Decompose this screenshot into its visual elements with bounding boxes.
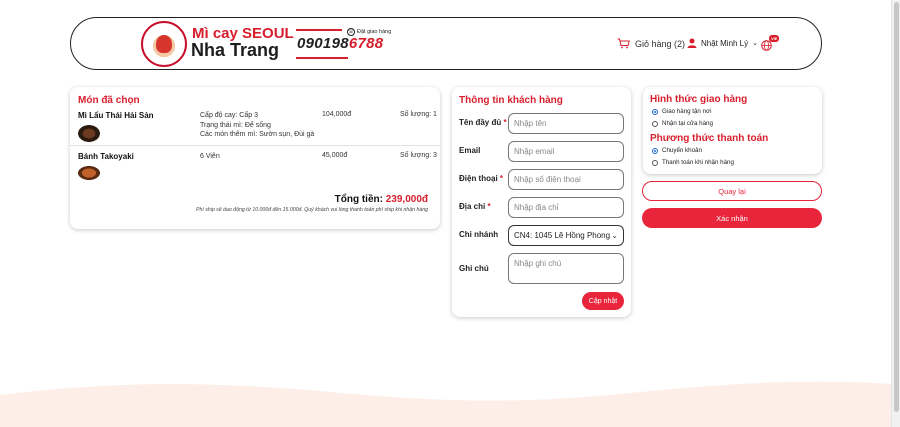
delivery-payment-card: Hình thức giao hàng Giao hàng tận nơi Nh… (643, 87, 822, 174)
order-item-price: 104,000đ (322, 111, 352, 118)
order-item-image (78, 166, 100, 180)
ordered-items-title: Món đã chọn (78, 95, 140, 106)
phone-input[interactable]: Nhập số điện thoại (508, 169, 624, 190)
brand-name-line2: Nha Trang (191, 40, 280, 60)
branch-label: Chi nhánh (459, 230, 499, 239)
address-label: Địa chỉ * (459, 202, 491, 211)
email-input[interactable]: Nhập email (508, 141, 624, 162)
user-icon (687, 38, 697, 48)
order-item-detail: Các món thêm mì: Sườn sụn, Đùi gà (200, 131, 315, 138)
update-button[interactable]: Cập nhật (582, 292, 624, 310)
order-item-details: Cấp độ cay: Cấp 3 Trạng thái mì: Để sống… (200, 111, 314, 140)
order-item-detail: Cấp độ cay: Cấp 3 (200, 112, 258, 119)
user-menu[interactable]: Nhật Minh Lý ⌄ (687, 38, 758, 48)
payment-title: Phương thức thanh toán (650, 133, 769, 144)
phone-label: Điện thoại * (459, 174, 504, 183)
delivery-title: Hình thức giao hàng (650, 94, 748, 105)
radio-selected[interactable] (652, 147, 658, 154)
address-input[interactable]: Nhập địa chỉ (508, 197, 624, 218)
customer-info-title: Thông tin khách hàng (459, 95, 563, 106)
note-textarea[interactable]: Nhập ghi chú (508, 253, 624, 284)
note-label: Ghi chú (459, 264, 489, 273)
footer-wave (0, 381, 891, 427)
order-item-details: 6 Viên (200, 152, 220, 162)
order-item-detail: Trạng thái mì: Để sống (200, 121, 271, 129)
order-item-name: Bánh Takoyaki (78, 152, 134, 161)
order-item-name: Mì Lẩu Thái Hải Sản (78, 111, 154, 120)
item-divider (70, 145, 440, 146)
order-call-label: ☏ Đặt giao hàng (347, 28, 392, 36)
phone-icon: ☏ (347, 28, 355, 36)
radio-unselected[interactable] (652, 159, 658, 166)
language-switcher[interactable]: VIE (761, 35, 780, 56)
delivery-option-store[interactable]: Nhận tại cửa hàng (652, 120, 713, 127)
chevron-down-icon: ⌄ (752, 40, 759, 47)
branch-select[interactable]: CN4: 1045 Lê Hồng Phong, P ⌄ (508, 225, 624, 246)
cart-link[interactable]: Giỏ hàng (2) (617, 38, 685, 49)
order-item-quantity: Số lượng: 3 (400, 152, 437, 159)
brand-logo[interactable] (141, 21, 187, 67)
payment-option-cod[interactable]: Thanh toán khi nhận hàng (652, 159, 734, 166)
delivery-option-home[interactable]: Giao hàng tận nơi (652, 108, 711, 115)
scrollbar-thumb[interactable] (894, 2, 899, 412)
order-total: Tổng tiền: 239,000đ (335, 194, 428, 205)
confirm-button[interactable]: Xác nhận (642, 208, 822, 228)
order-total-label: Tổng tiền: (334, 194, 383, 205)
payment-option-transfer[interactable]: Chuyển khoản (652, 147, 702, 154)
order-item-quantity: Số lượng: 1 (400, 111, 437, 118)
order-total-value: 239,000đ (385, 194, 428, 205)
page-scrollbar[interactable] (891, 0, 900, 427)
language-badge: VIE (769, 35, 780, 42)
name-input[interactable]: Nhập tên (508, 113, 624, 134)
order-item-detail: 6 Viên (200, 153, 220, 160)
radio-unselected[interactable] (652, 120, 658, 127)
hotline-decor-line-bottom (296, 57, 348, 59)
ordered-items-card: Món đã chọn Mì Lẩu Thái Hải Sản Cấp độ c… (70, 87, 440, 229)
customer-info-card: Thông tin khách hàng Tên đầy đủ * Nhập t… (452, 87, 631, 317)
radio-selected[interactable] (652, 108, 658, 115)
shipping-note: Phí ship sẽ dao động từ 10.000đ đến 15.0… (195, 207, 428, 213)
email-label: Email (459, 146, 481, 155)
site-header: Mì cay SEOUL Nha Trang 0901986788 ☏ Đặt g… (70, 17, 822, 70)
order-item-image (78, 125, 100, 142)
branch-select-value: CN4: 1045 Lê Hồng Phong, P (514, 231, 612, 240)
cart-icon (617, 38, 630, 49)
back-button[interactable]: Quay lại (642, 181, 822, 201)
hotline-decor-line (296, 29, 342, 33)
name-label: Tên đầy đủ * (459, 118, 507, 127)
user-name: Nhật Minh Lý (701, 38, 749, 48)
hotline-number: 0901986788 (297, 35, 384, 52)
cart-label: Giỏ hàng (2) (635, 38, 686, 49)
order-item-price: 45,000đ (322, 152, 348, 159)
chevron-down-icon: ⌄ (611, 231, 618, 240)
